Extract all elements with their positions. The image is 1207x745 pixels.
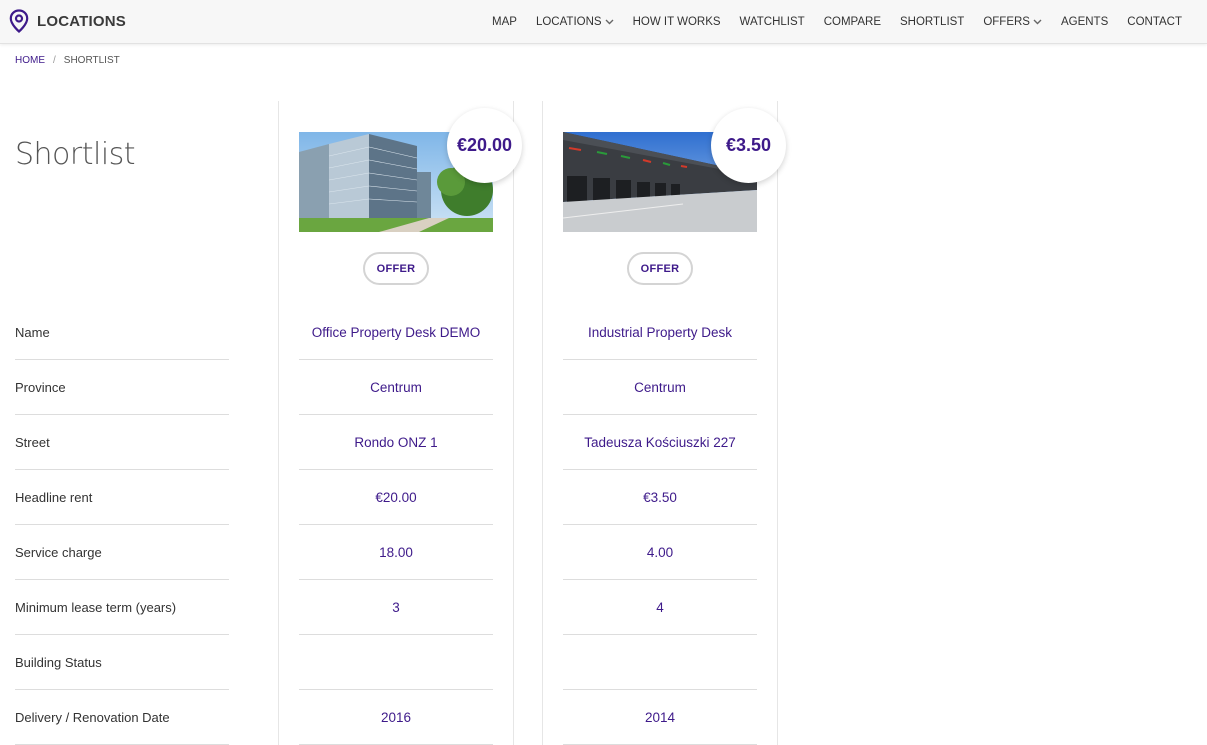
property-min-lease-term: 3 xyxy=(299,580,493,635)
property-province: Centrum xyxy=(299,360,493,415)
nav-label: CONTACT xyxy=(1127,15,1182,28)
nav-item-watchlist[interactable]: WATCHLIST xyxy=(740,16,805,28)
breadcrumb: HOME / SHORTLIST xyxy=(15,55,120,66)
property-min-lease-term: 4 xyxy=(563,580,757,635)
brand-logo[interactable]: LOCATIONS xyxy=(9,9,126,33)
property-delivery-date: 2016 xyxy=(299,690,493,745)
property-service-charge: 18.00 xyxy=(299,525,493,580)
nav-label: HOW IT WORKS xyxy=(632,15,721,28)
nav-label: COMPARE xyxy=(823,15,881,28)
row-label-delivery-date: Delivery / Renovation Date xyxy=(15,690,229,745)
row-label-province: Province xyxy=(15,360,229,415)
page-title: Shortlist xyxy=(15,137,136,172)
nav-item-contact[interactable]: CONTACT xyxy=(1127,16,1182,28)
nav-label: AGENTS xyxy=(1060,15,1109,28)
breadcrumb-home[interactable]: HOME xyxy=(15,55,45,66)
price-badge: €20.00 xyxy=(447,108,522,183)
map-pin-icon xyxy=(9,9,29,33)
chevron-down-icon xyxy=(1033,16,1042,28)
nav-label: WATCHLIST xyxy=(739,15,805,28)
property-street: Tadeusza Kościuszki 227 xyxy=(563,415,757,470)
nav-item-shortlist[interactable]: SHORTLIST xyxy=(900,16,964,28)
row-label-min-lease-term: Minimum lease term (years) xyxy=(15,580,229,635)
nav-item-agents[interactable]: AGENTS xyxy=(1061,16,1108,28)
property-service-charge: 4.00 xyxy=(563,525,757,580)
brand-name: LOCATIONS xyxy=(37,12,127,30)
price-badge: €3.50 xyxy=(711,108,786,183)
nav-item-map[interactable]: MAP xyxy=(492,16,517,28)
breadcrumb-separator: / xyxy=(53,55,56,66)
property-name-link[interactable]: Industrial Property Desk xyxy=(563,305,757,360)
nav-item-compare[interactable]: COMPARE xyxy=(824,16,881,28)
property-delivery-date: 2014 xyxy=(563,690,757,745)
property-headline-rent: €20.00 xyxy=(299,470,493,525)
chevron-down-icon xyxy=(605,16,614,28)
row-label-name: Name xyxy=(15,305,229,360)
property-street: Rondo ONZ 1 xyxy=(299,415,493,470)
property-values: Office Property Desk DEMO Centrum Rondo … xyxy=(299,305,493,745)
row-label-service-charge: Service charge xyxy=(15,525,229,580)
property-province: Centrum xyxy=(563,360,757,415)
top-navbar: LOCATIONS MAP LOCATIONS HOW IT WORKS WAT… xyxy=(0,0,1207,44)
row-label-building-status: Building Status xyxy=(15,635,229,690)
row-label-street: Street xyxy=(15,415,229,470)
nav-item-locations[interactable]: LOCATIONS xyxy=(536,16,614,28)
nav-item-offers[interactable]: OFFERS xyxy=(983,16,1042,28)
comparison-labels: Name Province Street Headline rent Servi… xyxy=(15,305,229,745)
property-building-status xyxy=(299,635,493,690)
offer-button[interactable]: OFFER xyxy=(627,252,693,285)
row-label-headline-rent: Headline rent xyxy=(15,470,229,525)
main-nav: MAP LOCATIONS HOW IT WORKS WATCHLIST COM… xyxy=(492,0,1207,43)
property-headline-rent: €3.50 xyxy=(563,470,757,525)
breadcrumb-current: SHORTLIST xyxy=(63,55,120,66)
nav-label: SHORTLIST xyxy=(900,15,965,28)
nav-item-how-it-works[interactable]: HOW IT WORKS xyxy=(633,16,721,28)
property-name-link[interactable]: Office Property Desk DEMO xyxy=(299,305,493,360)
offer-button[interactable]: OFFER xyxy=(363,252,429,285)
property-values: Industrial Property Desk Centrum Tadeusz… xyxy=(563,305,757,745)
property-building-status xyxy=(563,635,757,690)
nav-label: LOCATIONS xyxy=(535,15,602,28)
nav-label: OFFERS xyxy=(983,15,1030,28)
nav-label: MAP xyxy=(492,15,517,28)
property-card-office: €20.00 OFFER Office Property Desk DEMO C… xyxy=(278,101,522,745)
property-card-industrial: €3.50 OFFER Industrial Property Desk Cen… xyxy=(542,101,786,745)
